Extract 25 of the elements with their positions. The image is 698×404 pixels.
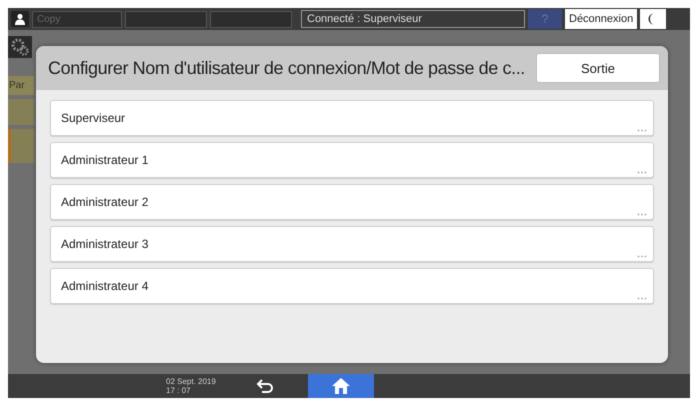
- more-icon: [637, 297, 647, 300]
- background-item: [8, 99, 34, 125]
- date-text: 02 Sept. 2019: [166, 377, 217, 386]
- user-list-item[interactable]: Superviseur: [50, 100, 654, 136]
- exit-button[interactable]: Sortie: [536, 53, 660, 83]
- more-icon: [637, 213, 647, 216]
- more-icon: [637, 255, 647, 258]
- user-list-item[interactable]: Administrateur 2: [50, 184, 654, 220]
- user-list-item[interactable]: Administrateur 4: [50, 268, 654, 304]
- dialog-title: Configurer Nom d'utilisateur de connexion/Mot de passe de c...: [48, 58, 525, 78]
- logout-button[interactable]: Déconnexion: [565, 9, 638, 29]
- home-icon: [331, 377, 351, 395]
- home-button[interactable]: [308, 374, 374, 398]
- panel-label: Par: [8, 76, 34, 95]
- user-list-item[interactable]: Administrateur 1: [50, 142, 654, 178]
- user-list-item[interactable]: Administrateur 3: [50, 226, 654, 262]
- time-text: 17 : 07: [166, 386, 192, 395]
- gear-icon: [8, 36, 32, 58]
- more-icon: [637, 171, 647, 174]
- background-item: [8, 129, 34, 163]
- more-icon: [637, 129, 647, 132]
- energy-saver-button[interactable]: [640, 9, 666, 29]
- user-icon[interactable]: [11, 11, 29, 27]
- back-arrow-icon: [256, 379, 276, 393]
- login-status[interactable]: Connecté : Superviseur: [301, 10, 525, 28]
